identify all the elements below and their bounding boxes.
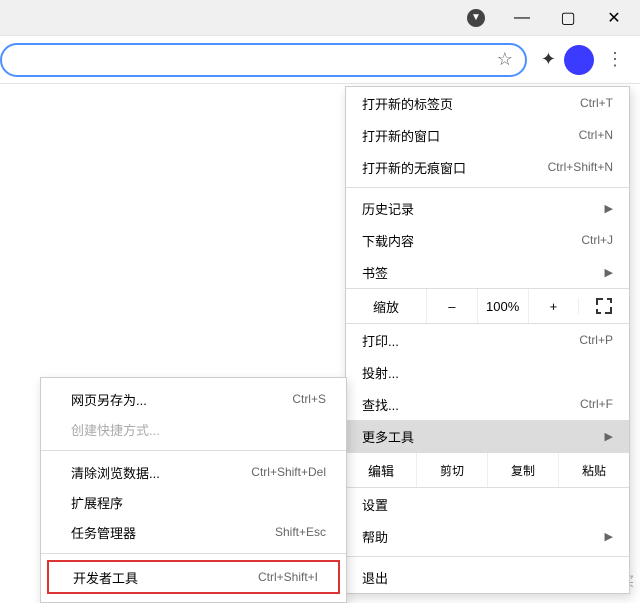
menu-edit: 编辑 剪切 复制 粘贴 bbox=[346, 452, 629, 488]
bookmark-star-icon[interactable]: ☆ bbox=[497, 49, 513, 70]
menu-cast[interactable]: 投射... bbox=[346, 356, 629, 388]
paste-button[interactable]: 粘贴 bbox=[558, 453, 629, 487]
fullscreen-icon bbox=[596, 298, 612, 314]
submenu-dev-tools[interactable]: 开发者工具Ctrl+Shift+I bbox=[49, 562, 338, 592]
zoom-out-button[interactable]: – bbox=[426, 289, 477, 323]
cut-button[interactable]: 剪切 bbox=[416, 453, 487, 487]
submenu-extensions[interactable]: 扩展程序 bbox=[41, 487, 346, 517]
menu-new-window[interactable]: 打开新的窗口Ctrl+N bbox=[346, 119, 629, 151]
menu-zoom: 缩放 – 100% + bbox=[346, 288, 629, 324]
close-button[interactable]: ✕ bbox=[600, 4, 628, 32]
menu-downloads[interactable]: 下载内容Ctrl+J bbox=[346, 224, 629, 256]
fullscreen-button[interactable] bbox=[578, 298, 629, 314]
extensions-icon[interactable]: ✦ bbox=[541, 49, 556, 70]
submenu-save-as[interactable]: 网页另存为...Ctrl+S bbox=[41, 384, 346, 414]
menu-incognito[interactable]: 打开新的无痕窗口Ctrl+Shift+N bbox=[346, 151, 629, 183]
profile-avatar[interactable] bbox=[564, 45, 594, 75]
menu-more-tools[interactable]: 更多工具▶ bbox=[346, 420, 629, 452]
chevron-right-icon: ▶ bbox=[605, 430, 613, 443]
submenu-clear-data[interactable]: 清除浏览数据...Ctrl+Shift+Del bbox=[41, 457, 346, 487]
main-menu: 打开新的标签页Ctrl+T 打开新的窗口Ctrl+N 打开新的无痕窗口Ctrl+… bbox=[345, 86, 630, 594]
minimize-button[interactable]: — bbox=[508, 4, 536, 32]
zoom-label: 缩放 bbox=[346, 297, 426, 316]
menu-settings[interactable]: 设置 bbox=[346, 488, 629, 520]
edit-label: 编辑 bbox=[346, 461, 416, 480]
submenu-task-manager[interactable]: 任务管理器Shift+Esc bbox=[41, 517, 346, 547]
menu-help[interactable]: 帮助▶ bbox=[346, 520, 629, 552]
chevron-right-icon: ▶ bbox=[605, 530, 613, 543]
menu-button[interactable]: ⋮ bbox=[602, 47, 628, 73]
menu-history[interactable]: 历史记录▶ bbox=[346, 192, 629, 224]
menu-find[interactable]: 查找...Ctrl+F bbox=[346, 388, 629, 420]
highlight-annotation: 开发者工具Ctrl+Shift+I bbox=[47, 560, 340, 594]
zoom-in-button[interactable]: + bbox=[528, 289, 579, 323]
chevron-right-icon: ▶ bbox=[605, 266, 613, 279]
titlebar: ▼ — ▢ ✕ bbox=[0, 0, 640, 36]
menu-new-tab[interactable]: 打开新的标签页Ctrl+T bbox=[346, 87, 629, 119]
more-tools-submenu: 网页另存为...Ctrl+S 创建快捷方式... 清除浏览数据...Ctrl+S… bbox=[40, 377, 347, 603]
toolbar: ☆ ✦ ⋮ bbox=[0, 36, 640, 84]
menu-exit[interactable]: 退出 bbox=[346, 561, 629, 593]
submenu-create-shortcut: 创建快捷方式... bbox=[41, 414, 346, 444]
chevron-right-icon: ▶ bbox=[605, 202, 613, 215]
zoom-value: 100% bbox=[477, 289, 528, 323]
address-bar[interactable]: ☆ bbox=[0, 43, 527, 77]
dropdown-icon[interactable]: ▼ bbox=[462, 4, 490, 32]
menu-print[interactable]: 打印...Ctrl+P bbox=[346, 324, 629, 356]
menu-bookmarks[interactable]: 书签▶ bbox=[346, 256, 629, 288]
maximize-button[interactable]: ▢ bbox=[554, 4, 582, 32]
copy-button[interactable]: 复制 bbox=[487, 453, 558, 487]
